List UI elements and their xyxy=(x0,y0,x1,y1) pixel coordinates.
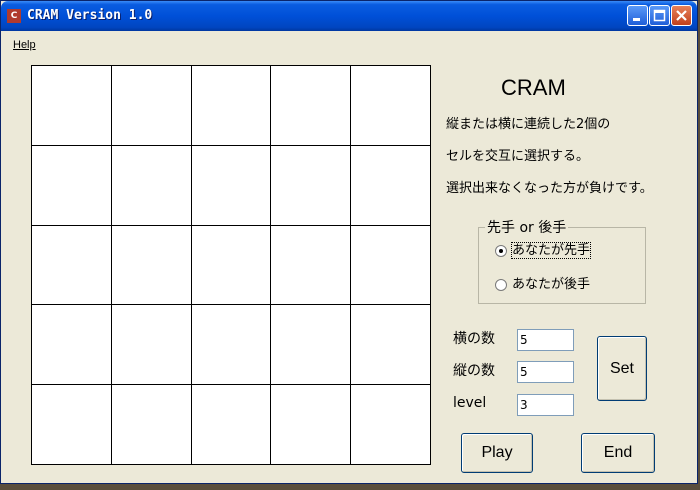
height-input[interactable]: 5 xyxy=(517,361,574,383)
width-label: 横の数 xyxy=(453,331,495,347)
board-cell[interactable] xyxy=(32,225,112,306)
end-button[interactable]: End xyxy=(581,433,655,473)
board-cell[interactable] xyxy=(111,225,192,306)
radio-second-label: あなたが後手 xyxy=(512,277,591,292)
board-cell[interactable] xyxy=(351,145,431,226)
rule-line-1: 縦または横に連続した2個の xyxy=(446,117,611,132)
level-label: level xyxy=(453,395,487,411)
level-input[interactable]: 3 xyxy=(517,394,574,416)
window-title: CRAM Version 1.0 xyxy=(27,8,153,23)
board-cell[interactable] xyxy=(351,385,431,465)
board-cell[interactable] xyxy=(271,385,352,465)
radio-second-player[interactable]: あなたが後手 xyxy=(495,273,590,292)
radio-checked-icon[interactable] xyxy=(495,244,507,257)
board-cell[interactable] xyxy=(32,305,112,386)
board-cell[interactable] xyxy=(111,385,192,465)
game-board[interactable] xyxy=(31,65,431,465)
minimize-button[interactable] xyxy=(627,5,648,26)
radio-first-player[interactable]: あなたが先手 xyxy=(495,239,592,259)
board-cell[interactable] xyxy=(351,66,431,146)
rule-line-2: セルを交互に選択する。 xyxy=(446,149,590,164)
height-label: 縦の数 xyxy=(453,363,495,379)
board-cell[interactable] xyxy=(271,225,352,306)
width-input[interactable]: 5 xyxy=(517,329,574,351)
menu-help[interactable]: Help xyxy=(13,39,36,51)
radio-first-label: あなたが先手 xyxy=(510,242,592,259)
menu-bar: Help xyxy=(1,31,697,51)
board-cell[interactable] xyxy=(351,305,431,386)
board-cell[interactable] xyxy=(191,385,272,465)
title-bar[interactable]: C CRAM Version 1.0 xyxy=(1,1,697,31)
board-cell[interactable] xyxy=(271,145,352,226)
board-cell[interactable] xyxy=(32,145,112,226)
app-title: CRAM xyxy=(501,75,566,100)
board-cell[interactable] xyxy=(271,305,352,386)
board-cell[interactable] xyxy=(191,66,272,146)
board-cell[interactable] xyxy=(191,225,272,306)
board-cell[interactable] xyxy=(32,385,112,465)
close-icon xyxy=(676,10,687,21)
radio-unchecked-icon[interactable] xyxy=(495,278,507,291)
board-cell[interactable] xyxy=(191,145,272,226)
close-button[interactable] xyxy=(671,5,692,26)
board-cell[interactable] xyxy=(271,66,352,146)
maximize-icon xyxy=(653,9,666,22)
menu-help-label: Help xyxy=(13,39,36,51)
board-cell[interactable] xyxy=(191,305,272,386)
play-button[interactable]: Play xyxy=(461,433,533,473)
set-button[interactable]: Set xyxy=(597,336,647,401)
board-cell[interactable] xyxy=(32,66,112,146)
board-cell[interactable] xyxy=(111,145,192,226)
minimize-icon xyxy=(633,18,640,21)
turn-group-legend: 先手 or 後手 xyxy=(485,217,569,237)
main-window: C CRAM Version 1.0 Help CRAM 縦または横に連続した2… xyxy=(0,0,698,484)
board-cell[interactable] xyxy=(351,225,431,306)
app-icon: C xyxy=(7,9,21,23)
board-cell[interactable] xyxy=(111,66,192,146)
maximize-button[interactable] xyxy=(649,5,670,26)
rule-line-3: 選択出来なくなった方が負けです。 xyxy=(446,181,653,196)
board-cell[interactable] xyxy=(111,305,192,386)
